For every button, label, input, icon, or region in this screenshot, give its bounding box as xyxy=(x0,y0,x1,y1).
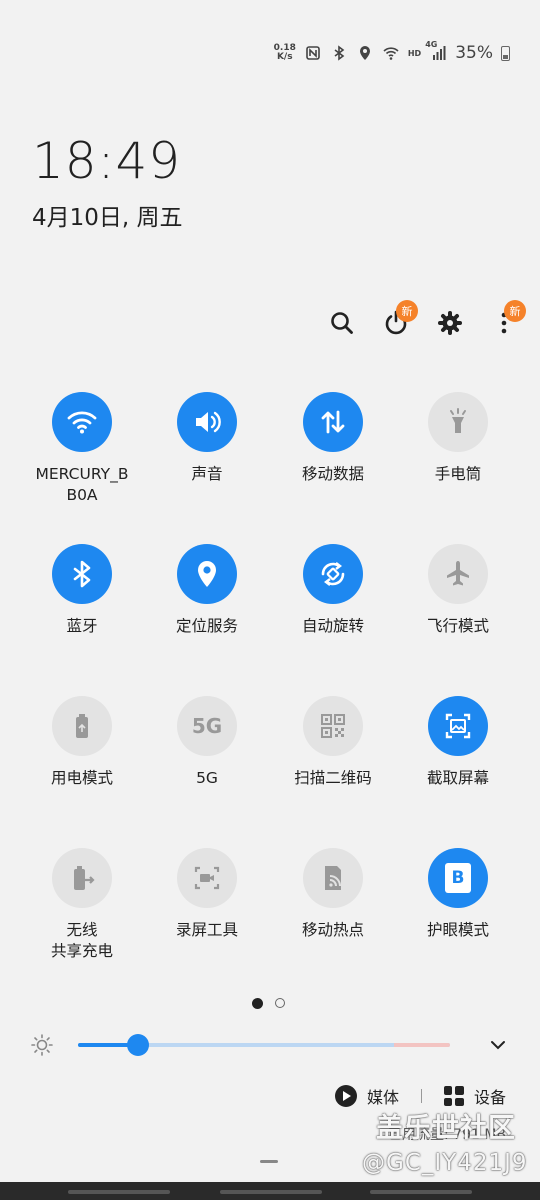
nav-home-hint[interactable] xyxy=(220,1190,322,1194)
wireless-share-icon xyxy=(52,848,112,908)
navigation-bar xyxy=(0,1182,540,1200)
5g-icon: 5G xyxy=(177,696,237,756)
new-badge: 新 xyxy=(396,300,418,322)
brightness-control xyxy=(30,1028,510,1062)
new-badge: 新 xyxy=(504,300,526,322)
brightness-warning-range xyxy=(394,1043,450,1047)
nav-back-hint[interactable] xyxy=(370,1190,472,1194)
tile-label: 录屏工具 xyxy=(175,921,238,939)
tile-location[interactable]: 定位服务 xyxy=(144,544,270,637)
network-speed: 0.18 K/s xyxy=(274,44,296,62)
tile-airplane[interactable]: 飞行模式 xyxy=(395,544,521,637)
page-dot-active[interactable] xyxy=(252,998,263,1009)
media-button[interactable]: 媒体 xyxy=(334,1084,399,1108)
brightness-icon xyxy=(31,1034,53,1056)
airplane-icon xyxy=(428,544,488,604)
sound-icon xyxy=(177,392,237,452)
tile-eye-comfort[interactable]: B 护眼模式 xyxy=(395,848,521,941)
tile-power-mode[interactable]: 用电模式 xyxy=(19,696,145,789)
wifi-icon xyxy=(382,44,400,62)
search-icon xyxy=(331,312,353,334)
battery-icon xyxy=(501,45,510,61)
signal-icon: 4G xyxy=(425,40,447,62)
nfc-icon xyxy=(304,44,322,62)
tile-label: 定位服务 xyxy=(175,617,238,635)
tile-label: 护眼模式 xyxy=(426,921,489,939)
devices-button[interactable]: 设备 xyxy=(443,1084,506,1108)
tile-label: 用电模式 xyxy=(50,769,113,787)
location-icon xyxy=(356,44,374,62)
status-bar: 0.18 K/s HD 4G 35% xyxy=(274,38,510,68)
tile-label: 截取屏幕 xyxy=(426,769,489,787)
tile-label: 移动数据 xyxy=(301,465,364,483)
divider xyxy=(420,1089,422,1103)
media-label: 媒体 xyxy=(366,1088,399,1107)
power-button[interactable]: 新 xyxy=(376,300,418,346)
eye-comfort-icon-text: B xyxy=(451,868,465,888)
tile-screenshot[interactable]: 截取屏幕 xyxy=(395,696,521,789)
tile-label: 手电筒 xyxy=(434,465,482,483)
clock-date[interactable]: 4月10日, 周五 xyxy=(32,198,183,232)
more-options-button[interactable]: 新 xyxy=(484,300,526,346)
tile-mobile-data[interactable]: 移动数据 xyxy=(270,392,396,485)
clock-time[interactable]: 18:49 xyxy=(32,132,181,190)
tile-wireless-share[interactable]: 无线 共享充电 xyxy=(19,848,145,962)
watermark-user: @GC_IY421J9 xyxy=(362,1150,528,1176)
brightness-slider-thumb[interactable] xyxy=(126,1034,149,1056)
tile-label: 5G xyxy=(196,769,218,787)
tile-label: 声音 xyxy=(191,465,223,483)
search-button[interactable] xyxy=(322,300,362,346)
play-icon xyxy=(334,1085,357,1107)
settings-button[interactable] xyxy=(430,300,470,346)
watermark-title: 盖乐世社区 xyxy=(376,1113,516,1144)
power-mode-icon xyxy=(52,696,112,756)
chevron-down-icon[interactable] xyxy=(486,1033,510,1057)
tile-5g[interactable]: 5G 5G xyxy=(144,696,270,789)
5g-icon-text: 5G xyxy=(191,714,223,738)
tile-sound[interactable]: 声音 xyxy=(144,392,270,485)
hd-indicator: HD xyxy=(407,48,422,58)
tile-hotspot[interactable]: 移动热点 xyxy=(270,848,396,941)
mobile-data-icon xyxy=(303,392,363,452)
settings-icon xyxy=(438,311,462,335)
bluetooth-icon xyxy=(52,544,112,604)
tile-qr-scan[interactable]: 扫描二维码 xyxy=(270,696,396,789)
page-dot[interactable] xyxy=(275,998,285,1008)
qr-code-icon xyxy=(303,696,363,756)
battery-percent: 35% xyxy=(455,43,493,63)
eye-comfort-icon: B xyxy=(428,848,488,908)
auto-rotate-icon xyxy=(303,544,363,604)
bluetooth-icon xyxy=(330,44,348,62)
brightness-slider[interactable] xyxy=(78,1034,450,1056)
network-type-label: 4G xyxy=(425,40,438,49)
tile-auto-rotate[interactable]: 自动旋转 xyxy=(270,544,396,637)
tile-label: 无线 共享充电 xyxy=(50,921,113,960)
network-speed-unit: K/s xyxy=(276,52,293,62)
location-icon xyxy=(177,544,237,604)
media-devices-bar: 媒体 设备 xyxy=(334,1084,506,1108)
tile-screen-record[interactable]: 录屏工具 xyxy=(144,848,270,941)
tile-wifi[interactable]: MERCURY_B B0A xyxy=(19,392,145,506)
tile-label: 移动热点 xyxy=(301,921,364,939)
tile-label: 蓝牙 xyxy=(66,617,98,635)
wifi-icon xyxy=(52,392,112,452)
page-indicator xyxy=(252,998,285,1009)
devices-label: 设备 xyxy=(473,1088,506,1107)
quick-panel-toolbar: 新 新 xyxy=(322,300,526,346)
panel-handle[interactable] xyxy=(260,1160,278,1163)
tile-label: 扫描二维码 xyxy=(294,769,372,787)
nav-recents-hint[interactable] xyxy=(68,1190,170,1194)
screen-record-icon xyxy=(177,848,237,908)
tile-label: 自动旋转 xyxy=(301,617,364,635)
tile-flashlight[interactable]: 手电筒 xyxy=(395,392,521,485)
devices-icon xyxy=(443,1086,464,1106)
flashlight-icon xyxy=(428,392,488,452)
tile-bluetooth[interactable]: 蓝牙 xyxy=(19,544,145,637)
tile-label: MERCURY_B B0A xyxy=(35,465,129,504)
tile-label: 飞行模式 xyxy=(426,617,489,635)
screenshot-icon xyxy=(428,696,488,756)
hotspot-icon xyxy=(303,848,363,908)
